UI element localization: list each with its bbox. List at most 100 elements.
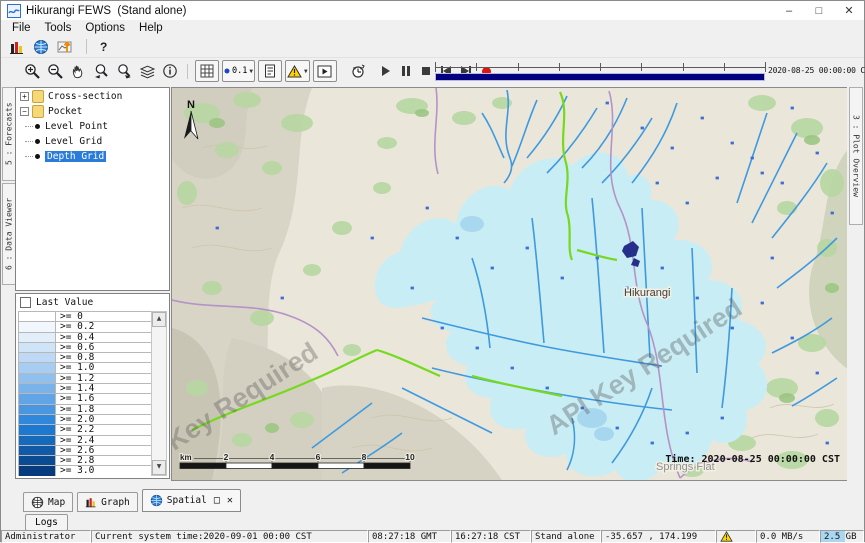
folder-icon xyxy=(32,105,44,118)
status-mode: Stand alone xyxy=(531,530,601,543)
map-toolbar: 0.1 ▼ ▼ xyxy=(1,57,864,85)
tree-node-level-grid[interactable]: Level Grid xyxy=(16,135,169,148)
scroll-down-icon[interactable]: ▼ xyxy=(152,460,166,475)
memory-usage-label: 2.5 GB xyxy=(824,532,857,542)
tab-graph[interactable]: Graph xyxy=(77,492,138,512)
layers-button[interactable] xyxy=(136,60,158,82)
tree-label: Level Point xyxy=(45,121,108,132)
last-value-checkbox[interactable] xyxy=(20,297,31,308)
chevron-down-icon: ▼ xyxy=(304,68,308,75)
tab-map[interactable]: Map xyxy=(23,492,73,512)
svg-text:6: 6 xyxy=(316,452,321,462)
zoom-out-button[interactable] xyxy=(44,60,66,82)
legend-color-swatch xyxy=(19,333,56,342)
legend-row-label: >= 0.4 xyxy=(56,333,94,342)
menu-tools[interactable]: Tools xyxy=(38,21,79,35)
legend-header: Last Value xyxy=(16,294,169,310)
zoom-in-button[interactable] xyxy=(21,60,43,82)
legend-row: >= 3.0 xyxy=(19,466,152,476)
stop-button[interactable] xyxy=(420,64,433,78)
last-value-label: Last Value xyxy=(36,297,93,308)
tree-node-level-point[interactable]: Level Point xyxy=(16,120,169,133)
tab-close-icon[interactable]: ✕ xyxy=(227,495,233,506)
menu-bar: File Tools Options Help xyxy=(1,20,864,36)
help-button[interactable]: ? xyxy=(100,40,107,54)
layers-panel: + Cross-section − Pocket Level Point Lev… xyxy=(15,87,170,479)
tab-spatial[interactable]: Spatial □ ✕ xyxy=(142,489,241,512)
tab-data-viewer[interactable]: 6 : Data Viewer xyxy=(2,183,16,285)
legend-row-label: >= 1.8 xyxy=(56,405,94,414)
minimize-button[interactable]: – xyxy=(774,1,804,20)
play-button[interactable] xyxy=(380,64,393,78)
tree-label: Level Grid xyxy=(45,136,102,147)
map-time-label: Time: 2020-08-25 00:00:00 CST xyxy=(665,453,840,465)
zoom-previous-button[interactable] xyxy=(90,60,112,82)
menu-options[interactable]: Options xyxy=(78,21,132,35)
tree-connector xyxy=(25,126,33,127)
legend-color-swatch xyxy=(19,322,56,331)
application-window: { "window": {"title": "Hikurangi FEWS (S… xyxy=(0,0,865,542)
map-view[interactable]: API Key Required API Key Required Hikura… xyxy=(171,87,850,481)
timeline-slider[interactable] xyxy=(435,61,765,81)
town-label: Hikurangi xyxy=(624,287,670,299)
movie-player-button[interactable] xyxy=(313,60,337,82)
legend-row-label: >= 2.2 xyxy=(56,425,94,434)
globe-icon xyxy=(31,496,44,509)
tab-restore-icon[interactable]: □ xyxy=(214,495,220,506)
legend-color-swatch xyxy=(19,456,56,465)
legend-row-label: >= 1.4 xyxy=(56,384,94,393)
status-throughput: 0.0 MB/s xyxy=(756,530,820,543)
app-logo-icon xyxy=(7,4,21,18)
marker-size-value: 0.1 xyxy=(232,66,247,76)
legend-row-label: >= 0.2 xyxy=(56,322,94,331)
tab-forecasts[interactable]: 5 : Forecasts xyxy=(2,87,16,181)
legend-toggle-button[interactable] xyxy=(258,60,282,82)
warning-icon xyxy=(720,531,733,542)
legend-row-label: >= 1.6 xyxy=(56,394,94,403)
marker-size-combo[interactable]: 0.1 ▼ xyxy=(222,60,255,82)
toolbar-separator xyxy=(187,64,188,79)
close-button[interactable]: ✕ xyxy=(834,1,864,20)
tree-label: Cross-section xyxy=(48,91,122,102)
zoom-next-button[interactable] xyxy=(113,60,135,82)
legend-row-label: >= 2.8 xyxy=(56,456,94,465)
time-settings-button[interactable] xyxy=(347,60,369,82)
legend-color-swatch xyxy=(19,436,56,445)
pause-button[interactable] xyxy=(400,64,413,78)
warnings-combo[interactable]: ▼ xyxy=(285,60,310,82)
work-area: 5 : Forecasts 6 : Data Viewer + Cross-se… xyxy=(1,85,864,489)
menu-file[interactable]: File xyxy=(5,21,38,35)
logs-panel-icon[interactable] xyxy=(9,39,25,55)
collapse-icon[interactable]: − xyxy=(20,107,29,116)
status-bar: Administrator Current system time:2020-0… xyxy=(1,530,864,543)
expand-icon[interactable]: + xyxy=(20,92,29,101)
info-button[interactable] xyxy=(159,60,181,82)
legend-color-swatch xyxy=(19,394,56,403)
tree-node-pocket[interactable]: − Pocket xyxy=(16,105,169,118)
logs-button[interactable]: Logs xyxy=(25,514,68,531)
timeline-range-bar[interactable] xyxy=(435,73,765,81)
scale-unit: km xyxy=(180,453,192,462)
pan-hand-button[interactable] xyxy=(67,60,89,82)
legend-color-swatch xyxy=(19,343,56,352)
status-gmt-time: 08:27:18 GMT xyxy=(368,530,451,543)
map-globe-icon[interactable] xyxy=(33,39,49,55)
tab-spatial-label: Spatial xyxy=(167,495,207,506)
menu-help[interactable]: Help xyxy=(132,21,170,35)
legend-color-swatch xyxy=(19,312,56,321)
folder-icon xyxy=(32,90,44,103)
tab-plot-overview[interactable]: 3 : Plot Overview xyxy=(849,87,863,225)
scroll-up-icon[interactable]: ▲ xyxy=(152,312,166,327)
bottom-tab-bar: Map Graph Spatial □ ✕ xyxy=(1,489,864,512)
timeseries-icon[interactable] xyxy=(57,39,73,55)
maximize-button[interactable]: □ xyxy=(804,1,834,20)
left-tab-strip: 5 : Forecasts 6 : Data Viewer xyxy=(1,85,15,489)
timeline-current-date: 2020-08-25 00:00:00 CST xyxy=(768,66,865,75)
map-canvas[interactable]: API Key Required API Key Required Hikura… xyxy=(172,88,849,480)
tree-node-cross-section[interactable]: + Cross-section xyxy=(16,90,169,103)
grid-display-button[interactable] xyxy=(195,60,219,82)
logs-row: Logs xyxy=(1,512,864,530)
legend-scrollbar[interactable]: ▲ ▼ xyxy=(151,311,167,476)
legend-color-swatch xyxy=(19,446,56,455)
tree-node-depth-grid[interactable]: Depth Grid xyxy=(16,150,169,163)
